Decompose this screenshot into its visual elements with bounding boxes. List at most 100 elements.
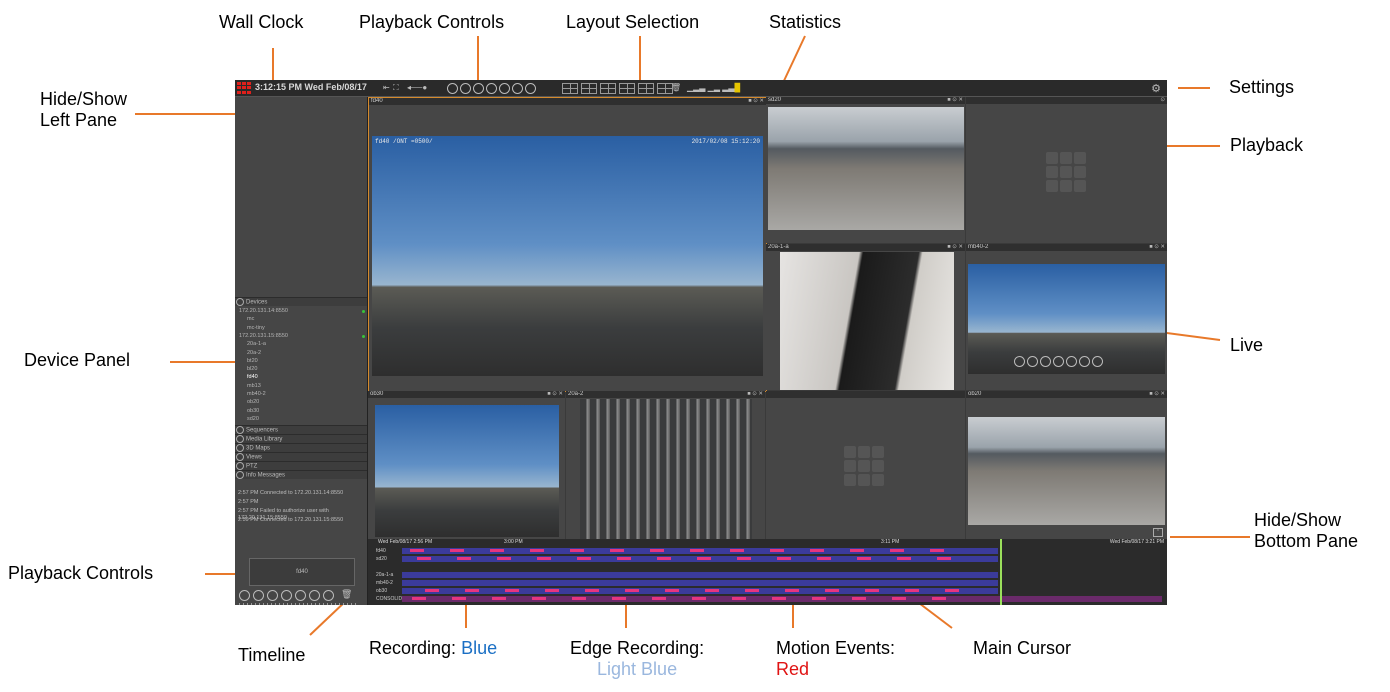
trash-icon[interactable]: 🗑 xyxy=(671,83,681,93)
device-camera[interactable]: 20a-1-a xyxy=(247,341,266,347)
tile-empty-bottom[interactable] xyxy=(766,391,965,539)
video-feed[interactable] xyxy=(780,252,954,390)
device-server[interactable]: 172.20.131.15:8550 xyxy=(239,333,288,339)
device-camera[interactable]: mb40-2 xyxy=(247,391,266,397)
section-header[interactable]: PTZ xyxy=(235,461,367,470)
video-feed[interactable] xyxy=(968,417,1165,525)
hide-left-pane-icon[interactable]: ⇤ xyxy=(383,83,390,93)
motion-event-mark xyxy=(570,549,584,552)
device-camera[interactable]: mc xyxy=(247,316,254,322)
step-back-icon[interactable] xyxy=(1027,356,1038,367)
timeline[interactable]: Wed Feb/08/17 2:56 PM 3:00 PM 3:11 PM We… xyxy=(368,539,1167,605)
rewind-icon[interactable] xyxy=(239,590,250,601)
device-camera[interactable]: mb13 xyxy=(247,383,261,389)
live-icon[interactable] xyxy=(323,590,334,601)
step-back-icon[interactable] xyxy=(460,83,471,94)
fast-forward-icon[interactable] xyxy=(295,590,306,601)
playback-video-feed[interactable] xyxy=(768,107,964,230)
section-header[interactable]: Sequencers xyxy=(235,425,367,434)
selected-camera-thumbnail[interactable]: fd40 xyxy=(249,558,355,586)
loop-icon[interactable] xyxy=(1079,356,1090,367)
tile-title xyxy=(766,391,965,398)
section-header[interactable]: Info Messages xyxy=(235,470,367,479)
timeline-row[interactable]: 20a-1-a xyxy=(376,571,1166,579)
device-camera[interactable]: 20a-2 xyxy=(247,350,261,356)
tile-20a-1-a[interactable]: 20a-1-a ■ ⊙ ✕ xyxy=(766,244,965,390)
step-forward-icon[interactable] xyxy=(486,83,497,94)
section-header[interactable]: 3D Maps xyxy=(235,443,367,452)
expand-icon[interactable] xyxy=(236,444,244,452)
callout-recording: Recording: Blue xyxy=(369,638,497,659)
expand-icon[interactable] xyxy=(236,435,244,443)
layout-3x3-icon[interactable] xyxy=(600,83,616,94)
device-camera[interactable]: mc-tiny xyxy=(247,325,265,331)
section-header[interactable]: Media Library xyxy=(235,434,367,443)
live-video-feed[interactable]: fd40 /ONT =0500/ 2017/02/08 15:12:20 xyxy=(372,136,763,376)
device-camera[interactable]: ob30 xyxy=(247,408,259,414)
timeline-row[interactable]: ob30 xyxy=(376,587,1166,595)
expand-icon[interactable] xyxy=(236,462,244,470)
pause-icon[interactable] xyxy=(267,590,278,601)
layout-2x2-icon[interactable] xyxy=(562,83,578,94)
layout-1p7-icon[interactable] xyxy=(619,83,635,94)
loop-icon[interactable] xyxy=(309,590,320,601)
tile-empty-top[interactable]: ⊙ xyxy=(966,97,1167,243)
step-forward-icon[interactable] xyxy=(281,590,292,601)
timeline-row[interactable]: mb40-2 xyxy=(376,579,1166,587)
timeline-row[interactable]: sd20 xyxy=(376,555,1166,563)
live-icon[interactable] xyxy=(1092,356,1103,367)
expand-icon[interactable] xyxy=(236,453,244,461)
tile-fd40[interactable]: fd40 ■ ⊙ ✕ fd40 /ONT =0500/ 2017/02/08 15… xyxy=(368,97,767,392)
rewind-icon[interactable] xyxy=(447,83,458,94)
settings-gear-icon[interactable]: ⚙ xyxy=(1151,82,1161,95)
tile-controls-icon[interactable]: ■ ⊙ ✕ xyxy=(1149,244,1165,251)
device-camera[interactable]: ob20 xyxy=(247,399,259,405)
tile-controls-icon[interactable]: ■ ⊙ ✕ xyxy=(947,244,963,251)
tile-mb40-2[interactable]: mb40-2 ■ ⊙ ✕ xyxy=(966,244,1167,390)
tile-sd20[interactable]: sd20 ■ ⊙ ✕ xyxy=(766,97,965,243)
statistics-bars[interactable]: ▁▂▃ ▁▂ ▂▃█ xyxy=(687,83,740,93)
device-camera[interactable]: bl20 xyxy=(247,366,257,372)
fast-forward-icon[interactable] xyxy=(1066,356,1077,367)
tile-controls-icon[interactable]: ■ ⊙ ✕ xyxy=(547,391,563,398)
video-feed[interactable] xyxy=(375,405,559,537)
device-server[interactable]: 172.20.131.14:8550 xyxy=(239,308,288,314)
device-camera[interactable]: sd20 xyxy=(247,416,259,422)
tile-controls-icon[interactable]: ⊙ xyxy=(1160,97,1165,104)
tile-controls-icon[interactable]: ■ ⊙ ✕ xyxy=(1149,391,1165,398)
pause-icon[interactable] xyxy=(1040,356,1051,367)
layout-4x3-icon[interactable] xyxy=(638,83,654,94)
tile-controls-icon[interactable]: ■ ⊙ ✕ xyxy=(947,97,963,104)
pause-icon[interactable] xyxy=(473,83,484,94)
step-back-icon[interactable] xyxy=(253,590,264,601)
tile-ob20[interactable]: ob20 ■ ⊙ ✕ ⌃ xyxy=(966,391,1167,539)
hide-bottom-pane-icon[interactable]: ⌃ xyxy=(1153,528,1163,537)
trash-icon[interactable]: 🗑 xyxy=(341,589,352,600)
loop-icon[interactable] xyxy=(512,83,523,94)
timeline-row[interactable] xyxy=(376,563,1166,571)
expand-icon[interactable] xyxy=(236,426,244,434)
timeline-row[interactable]: CONSOLIDATED xyxy=(376,595,1166,603)
volume-slider[interactable]: ◂──● xyxy=(407,83,427,93)
video-feed[interactable] xyxy=(580,399,752,539)
timeline-ruler[interactable]: Wed Feb/08/17 2:56 PM 3:00 PM 3:11 PM We… xyxy=(376,539,1166,546)
tile-20a-2[interactable]: 20a-2 ■ ⊙ ✕ xyxy=(566,391,765,539)
tile-controls-icon[interactable]: ■ ⊙ ✕ xyxy=(747,391,763,398)
section-header[interactable]: Views xyxy=(235,452,367,461)
fullscreen-icon[interactable]: ⛶ xyxy=(393,83,399,93)
main-cursor[interactable] xyxy=(1000,539,1002,605)
fast-forward-icon[interactable] xyxy=(499,83,510,94)
collapse-icon[interactable] xyxy=(236,298,244,306)
jog-scale[interactable] xyxy=(239,603,359,605)
tile-ob30[interactable]: ob30 ■ ⊙ ✕ xyxy=(368,391,565,539)
devices-section-header[interactable]: Devices xyxy=(235,297,367,306)
layout-1p5-icon[interactable] xyxy=(581,83,597,94)
timeline-row[interactable]: fd40 xyxy=(376,547,1166,555)
device-camera[interactable]: fd40 xyxy=(247,374,258,380)
tile-controls-icon[interactable]: ■ ⊙ ✕ xyxy=(748,98,764,105)
live-icon[interactable] xyxy=(525,83,536,94)
expand-icon[interactable] xyxy=(236,471,244,479)
device-camera[interactable]: bt20 xyxy=(247,358,258,364)
rewind-icon[interactable] xyxy=(1014,356,1025,367)
step-forward-icon[interactable] xyxy=(1053,356,1064,367)
